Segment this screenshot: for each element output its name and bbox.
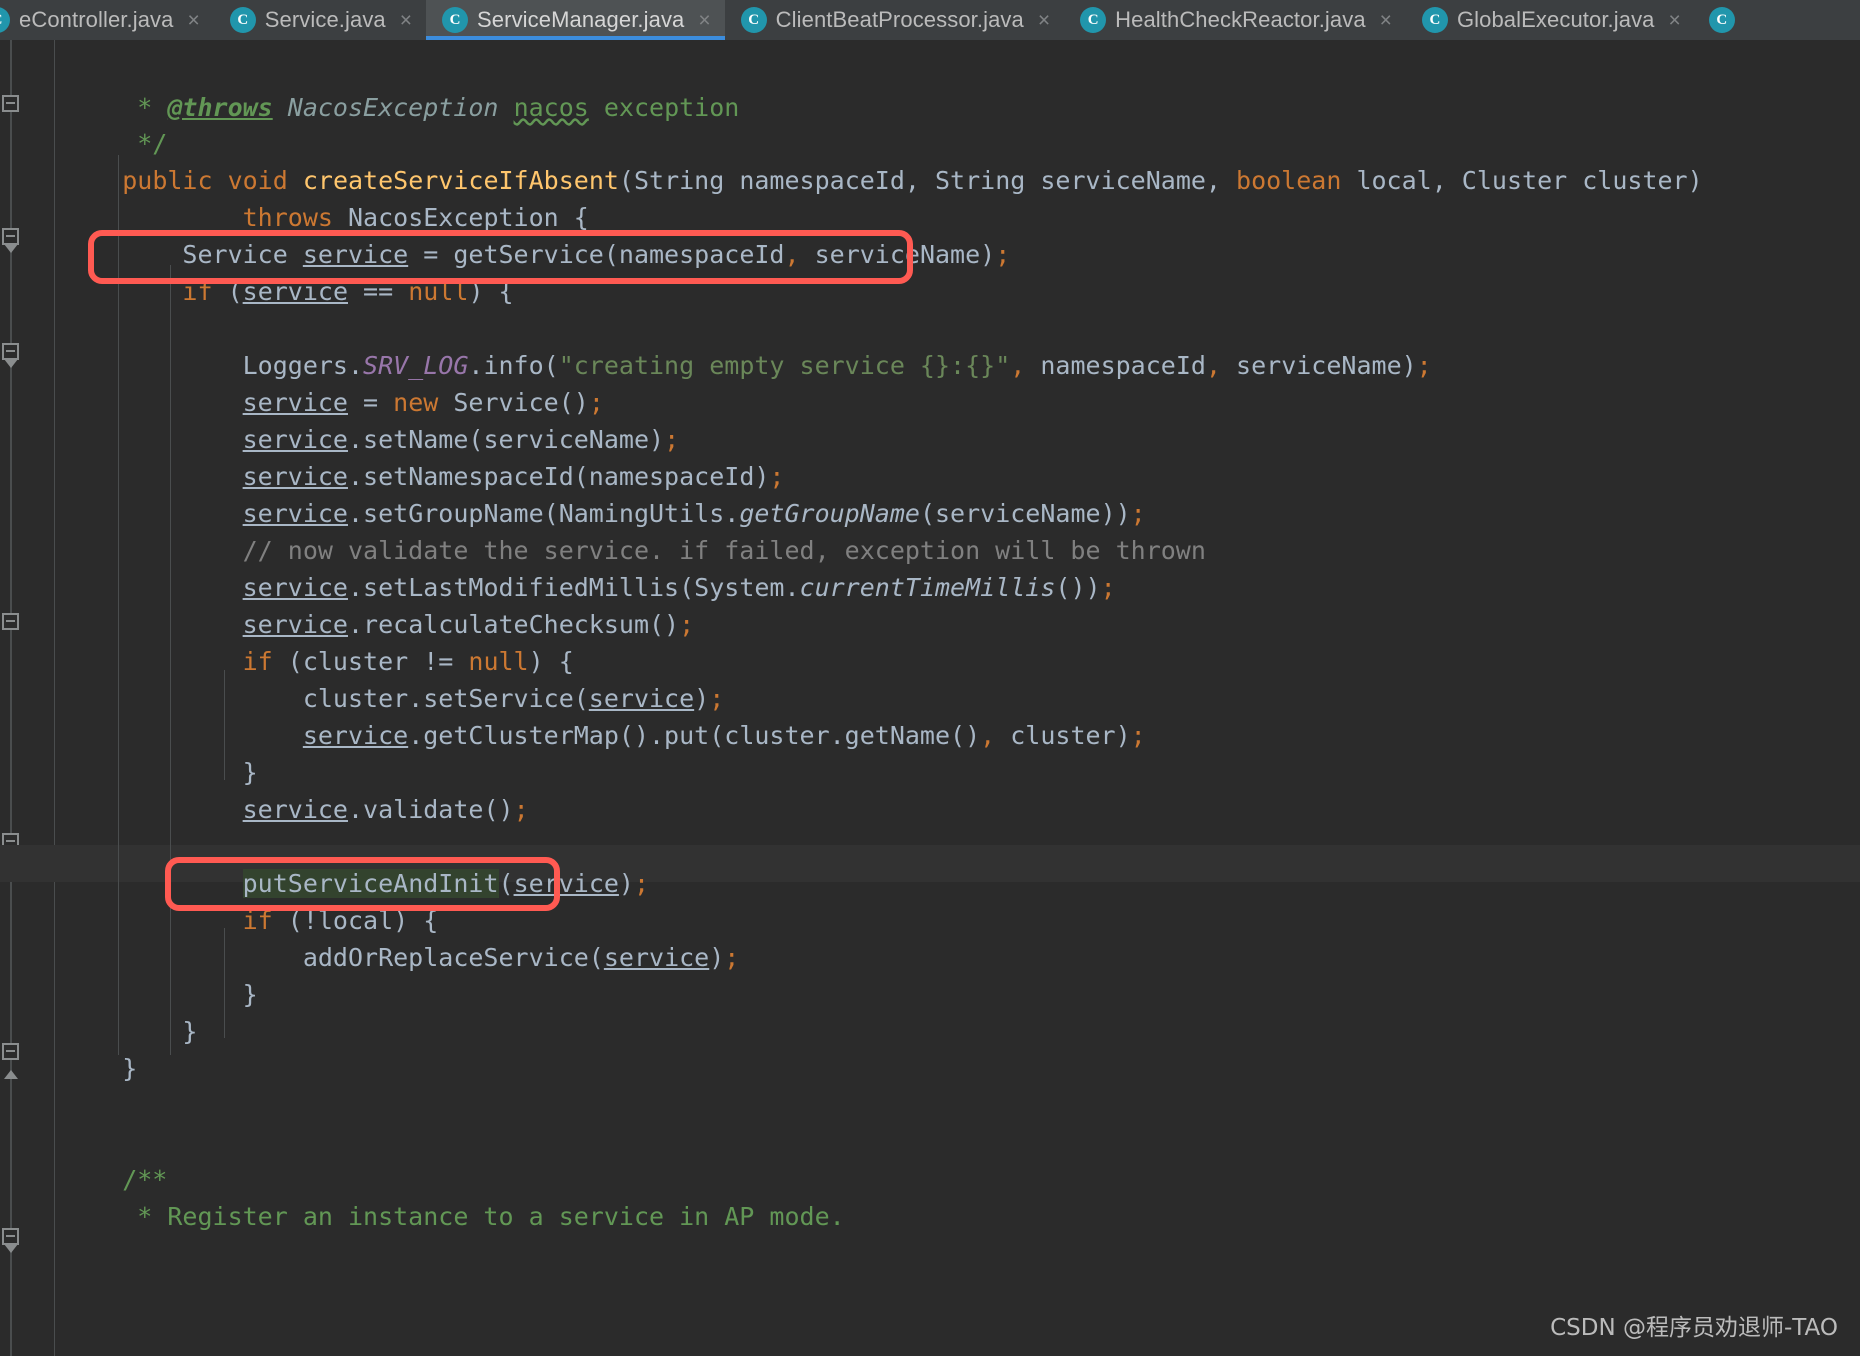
java-class-icon: C [0,7,10,33]
code-line: */ [62,129,168,158]
code-line: } [62,1017,198,1046]
code-editor[interactable]: * @throws NacosException nacos exception… [0,40,1860,1356]
code-line: if (service == null) { [182,277,514,306]
code-line: /** [62,1165,168,1194]
java-class-icon: C [1421,7,1448,33]
tab-Service[interactable]: C Service.java × [214,0,426,40]
tab-label: ClientBeatProcessor.java [775,7,1024,32]
code-line: service.setLastModifiedMillis(System.cur… [242,573,1116,602]
code-line-highlighted-1: Service service = getService(namespaceId… [62,240,1011,269]
code-line: Loggers.SRV_LOG.info("creating empty ser… [62,351,1432,380]
code-line: cluster.setService(service); [62,684,725,713]
code-line: public void createServiceIfAbsent(String… [122,166,1703,195]
tab-label: GlobalExecutor.java [1456,7,1655,32]
java-class-icon: C [442,7,469,33]
close-icon[interactable]: × [187,10,199,31]
code-line: service.setNamespaceId(namespaceId); [242,462,785,491]
code-line: service = new Service(); [242,388,604,417]
tab-overflow-next[interactable]: C [1695,0,1749,40]
code-line: service.recalculateChecksum(); [242,610,695,639]
close-icon[interactable]: × [1038,10,1050,31]
code-line: service.setGroupName(NamingUtils.getGrou… [242,499,1146,528]
tab-ClientBeatProcessor[interactable]: C ClientBeatProcessor.java × [725,0,1064,40]
close-icon[interactable]: × [1380,10,1392,31]
tab-label: ServiceManager.java [477,7,685,32]
code-line: } [62,1054,138,1083]
tab-ServiceManager[interactable]: C ServiceManager.java × [426,0,725,40]
code-line: * Register an instance to a service in A… [62,1202,845,1231]
close-icon[interactable]: × [1669,10,1681,31]
tab-label: Service.java [264,7,386,32]
code-line: } [62,758,258,787]
code-line: service.getClusterMap().put(cluster.getN… [302,721,1146,750]
code-line: service.validate(); [242,795,529,824]
java-class-icon: C [740,7,767,33]
code-line-highlighted-2: putServiceAndInit(service); [242,869,650,898]
code-line: service.setName(serviceName); [242,425,680,454]
watermark: CSDN @程序员劝退师-TAO [1550,1315,1838,1341]
code-line: } [62,980,258,1009]
tab-label: HealthCheckReactor.java [1115,7,1366,32]
code-line: if (cluster != null) { [242,647,574,676]
tab-label: eController.java [19,7,174,32]
tab-HealthCheckReactor[interactable]: C HealthCheckReactor.java × [1064,0,1406,40]
code-line: throws NacosException { [242,203,589,232]
close-icon[interactable]: × [698,10,710,31]
code-line: addOrReplaceService(service); [62,943,740,972]
code-line: * @throws NacosException nacos exception [62,93,740,122]
code-text[interactable]: * @throws NacosException nacos exception… [0,40,1860,1356]
java-class-icon: C [1080,7,1107,33]
tab-eController[interactable]: C eController.java × [0,0,214,40]
java-class-icon: C [1708,7,1735,33]
tab-GlobalExecutor[interactable]: C GlobalExecutor.java × [1406,0,1695,40]
close-icon[interactable]: × [400,10,412,31]
java-class-icon: C [229,7,256,33]
code-line: // now validate the service. if failed, … [62,536,1206,565]
code-line: if (!local) { [242,906,439,935]
editor-tab-bar[interactable]: C eController.java × C Service.java × C … [0,0,1860,40]
